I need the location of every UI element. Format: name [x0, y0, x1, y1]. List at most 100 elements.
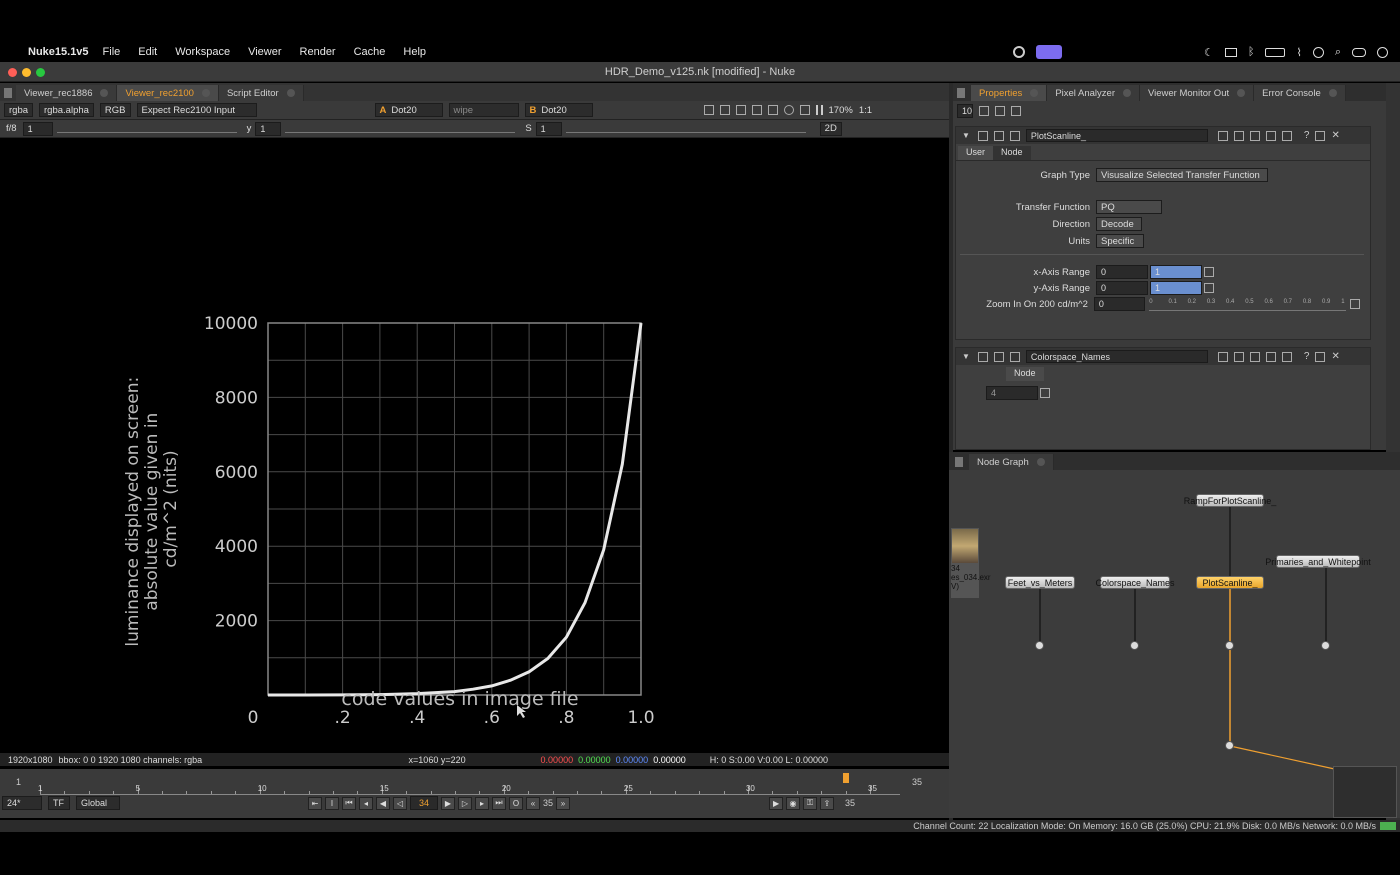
node-bypass-icon[interactable] — [993, 351, 1004, 362]
dot-node[interactable] — [1130, 641, 1139, 650]
menu-workspace[interactable]: Workspace — [175, 46, 230, 58]
gain-slider[interactable] — [56, 125, 237, 133]
step-forward-button[interactable]: ▷ — [458, 796, 472, 810]
read-node-thumbnail[interactable]: 34 es_034.exr V) — [951, 528, 991, 598]
tab-viewer-monitor-out[interactable]: Viewer Monitor Out — [1139, 85, 1255, 101]
animation-icon[interactable] — [1350, 299, 1360, 309]
node-settings-icon[interactable] — [1009, 351, 1020, 362]
scope-dropdown[interactable]: Global — [76, 796, 120, 810]
menu-edit[interactable]: Edit — [138, 46, 157, 58]
search-icon[interactable]: ⌕ — [1335, 46, 1341, 59]
node-colorspace-names[interactable]: Colorspace_Names — [1095, 576, 1175, 589]
pane-menu-icon[interactable] — [955, 457, 963, 467]
prev-key-button[interactable]: ◂ — [359, 796, 373, 810]
tab-script-editor[interactable]: Script Editor — [218, 85, 304, 101]
menu-help[interactable]: Help — [403, 46, 426, 58]
pause-icon[interactable] — [815, 105, 823, 115]
menu-viewer[interactable]: Viewer — [248, 46, 281, 58]
skip-icon[interactable]: ⇤ — [308, 796, 322, 810]
export-icon[interactable]: ⇪ — [820, 796, 835, 810]
step-back-button[interactable]: ◀ — [376, 796, 390, 810]
first-frame-button[interactable]: ⏮ — [342, 796, 356, 810]
fps-dropdown[interactable]: 24* — [2, 796, 42, 810]
colorspace-dropdown[interactable]: RGB — [99, 103, 131, 117]
animation-icon[interactable] — [1204, 283, 1214, 293]
node-color-icon[interactable] — [977, 351, 988, 362]
status-app-icon[interactable] — [1012, 46, 1025, 58]
b-input-dropdown[interactable]: B Dot20 — [524, 103, 593, 117]
minimize-window-button[interactable] — [22, 68, 31, 77]
help-icon[interactable]: ? — [1304, 351, 1310, 362]
edit-icon[interactable] — [1011, 106, 1021, 116]
pane-menu-icon[interactable] — [957, 88, 965, 98]
lut-icon[interactable] — [767, 105, 778, 115]
node-primaries-and-whitepoint[interactable]: Primaries_and_Whitepoint — [1265, 555, 1371, 568]
close-tab-icon[interactable] — [201, 89, 210, 97]
node-bypass-icon[interactable] — [993, 130, 1004, 141]
lock-icon[interactable] — [979, 106, 989, 116]
animation-icon[interactable] — [1204, 267, 1214, 277]
revert-icon[interactable] — [1249, 351, 1260, 362]
close-icon[interactable]: ✕ — [1331, 130, 1339, 141]
node-plot-scanline[interactable]: PlotScanline_ — [1196, 576, 1264, 589]
siri-icon[interactable] — [1377, 46, 1388, 58]
close-icon[interactable]: ✕ — [1331, 351, 1339, 362]
battery-icon[interactable] — [1265, 47, 1286, 57]
capture-icon[interactable] — [799, 105, 810, 115]
graph-type-dropdown[interactable]: Visusalize Selected Transfer Function — [1096, 168, 1268, 182]
undo-icon[interactable] — [1217, 351, 1228, 362]
units-dropdown[interactable]: Specific — [1096, 234, 1144, 248]
timeline-ruler[interactable]: 1 5 10 15 20 25 30 35 — [38, 771, 900, 795]
node-settings-icon[interactable] — [1009, 130, 1020, 141]
out-frame-field[interactable]: 35 — [845, 798, 855, 808]
node-name-field[interactable]: Colorspace_Names — [1025, 350, 1208, 363]
pane-menu-icon[interactable] — [4, 88, 12, 98]
flipbook-icon[interactable]: ▶ — [769, 796, 784, 810]
gamma-slider[interactable] — [285, 125, 516, 133]
gain-field[interactable]: 1 — [22, 121, 53, 136]
play-back-button[interactable]: ◁ — [393, 796, 407, 810]
forward-increment-button[interactable]: » — [556, 796, 571, 810]
close-tab-icon[interactable] — [1030, 89, 1039, 97]
clipping-icon[interactable] — [735, 105, 746, 115]
redo-icon[interactable] — [1233, 130, 1244, 141]
y-axis-min-field[interactable]: 0 — [1096, 281, 1148, 295]
menu-cache[interactable]: Cache — [354, 46, 386, 58]
bounce-icon[interactable]: ◉ — [786, 796, 801, 810]
control-center-icon[interactable] — [1352, 47, 1366, 57]
out-point-icon[interactable]: O — [509, 796, 523, 810]
alpha-dropdown[interactable]: rgba.alpha — [39, 103, 94, 117]
tab-error-console[interactable]: Error Console — [1254, 85, 1346, 101]
close-tab-icon[interactable] — [100, 89, 109, 97]
user-icon[interactable] — [1312, 46, 1324, 58]
y-axis-max-field[interactable]: 1 — [1150, 281, 1202, 295]
node-color-icon[interactable] — [977, 130, 988, 141]
help-icon[interactable]: ? — [1304, 130, 1310, 141]
tab-viewer-rec2100[interactable]: Viewer_rec2100 — [117, 85, 219, 101]
dot-node[interactable] — [1225, 641, 1234, 650]
saturation-field[interactable]: 1 — [535, 121, 562, 136]
collapse-icon[interactable]: ▼ — [962, 131, 970, 140]
current-frame-field[interactable]: 34 — [410, 796, 438, 810]
clear-panels-icon[interactable] — [995, 106, 1005, 116]
app-name-menu[interactable]: Nuke15.1v5 — [28, 46, 89, 58]
gamma-field[interactable]: 1 — [255, 121, 282, 136]
dot-node[interactable] — [1225, 741, 1234, 750]
dot-node[interactable] — [1321, 641, 1330, 650]
dot-node[interactable] — [1035, 641, 1044, 650]
saturation-slider[interactable] — [565, 125, 806, 133]
node-value-field[interactable]: 4 — [986, 386, 1038, 400]
input-process-dropdown[interactable]: Expect Rec2100 Input — [136, 103, 257, 117]
node-feet-vs-meters[interactable]: Feet_vs_Meters — [1005, 576, 1075, 589]
a-input-dropdown[interactable]: A Dot20 — [374, 103, 443, 117]
playhead-marker[interactable] — [842, 773, 849, 783]
channels-dropdown[interactable]: rgba — [4, 103, 34, 117]
script-icon[interactable] — [1281, 351, 1292, 362]
last-frame-button[interactable]: ⏭ — [492, 796, 506, 810]
node-name-field[interactable]: PlotScanline_ — [1025, 129, 1208, 142]
x-axis-min-field[interactable]: 0 — [1096, 265, 1148, 279]
back-increment-button[interactable]: « — [526, 796, 540, 810]
zoom-level[interactable]: 170% — [829, 105, 853, 116]
screen-share-icon[interactable] — [1035, 45, 1062, 59]
float-icon[interactable] — [1265, 130, 1276, 141]
